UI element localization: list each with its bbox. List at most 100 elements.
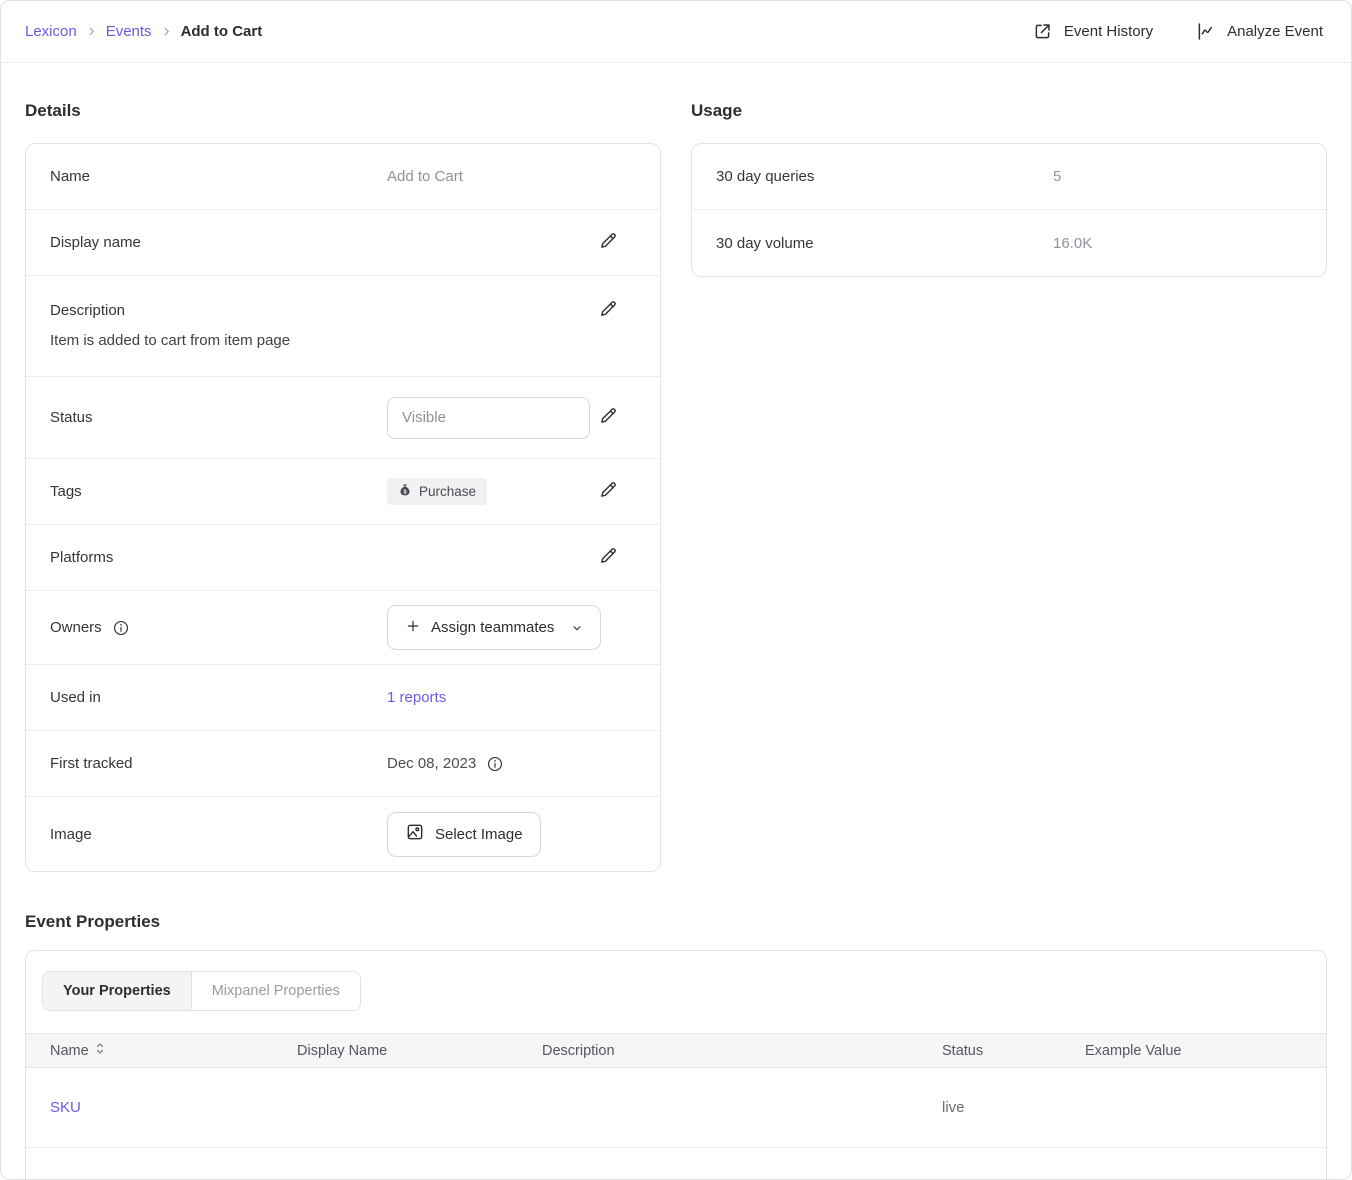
details-card: Name Add to Cart Display name (25, 143, 661, 872)
breadcrumb-lexicon[interactable]: Lexicon (25, 23, 77, 40)
assign-teammates-label: Assign teammates (431, 619, 554, 636)
breadcrumb: Lexicon Events Add to Cart (25, 23, 262, 40)
edit-description-button[interactable] (598, 299, 618, 322)
main-content: Details Name Add to Cart Display name (1, 63, 1351, 1180)
edit-platforms-button[interactable] (598, 546, 618, 569)
detail-row-display-name: Display name (26, 210, 660, 276)
edit-status-button[interactable] (598, 406, 618, 429)
owners-label: Owners (50, 619, 102, 636)
used-in-reports-link[interactable]: 1 reports (387, 689, 446, 706)
property-description (518, 1148, 918, 1180)
detail-row-first-tracked: First tracked Dec 08, 2023 (26, 731, 660, 797)
name-label: Name (50, 168, 387, 185)
tag-chip-purchase[interactable]: $ Purchase (387, 478, 487, 505)
table-header-row: Name Display Name Description (26, 1034, 1326, 1068)
usage-card: 30 day queries 5 30 day volume 16.0K (691, 143, 1327, 277)
property-display-name (273, 1068, 518, 1148)
sort-icon (95, 1042, 105, 1059)
property-example-value (1061, 1068, 1326, 1148)
edit-display-name-button[interactable] (598, 231, 618, 254)
tab-mixpanel-properties[interactable]: Mixpanel Properties (192, 972, 360, 1010)
usage-section: Usage 30 day queries 5 30 day volume 16.… (691, 63, 1327, 277)
detail-row-image: Image Select Image (26, 797, 660, 871)
pencil-icon (598, 406, 618, 429)
external-link-icon (1032, 21, 1053, 42)
queries-value: 5 (1053, 168, 1284, 185)
first-tracked-label: First tracked (50, 755, 387, 772)
breadcrumb-current: Add to Cart (181, 23, 263, 40)
property-display-name (273, 1148, 518, 1180)
event-history-label: Event History (1064, 23, 1153, 40)
details-section: Details Name Add to Cart Display name (25, 63, 661, 872)
analyze-event-button[interactable]: Analyze Event (1195, 21, 1323, 42)
properties-tabs: Your Properties Mixpanel Properties (42, 971, 361, 1011)
tab-your-properties[interactable]: Your Properties (43, 972, 192, 1010)
property-description (518, 1068, 918, 1148)
column-header-description: Description (518, 1034, 918, 1068)
analyze-event-label: Analyze Event (1227, 23, 1323, 40)
assign-teammates-button[interactable]: Assign teammates (387, 605, 601, 650)
pencil-icon (598, 480, 618, 503)
line-chart-icon (1195, 21, 1216, 42)
property-example-value (1061, 1148, 1326, 1180)
chevron-right-icon (86, 26, 97, 37)
status-label: Status (50, 409, 387, 426)
chevron-down-icon (571, 622, 583, 634)
event-history-button[interactable]: Event History (1032, 21, 1153, 42)
detail-row-status: Status (26, 377, 660, 459)
chevron-right-icon (161, 26, 172, 37)
name-value: Add to Cart (387, 168, 618, 185)
tag-label: Purchase (419, 484, 476, 499)
property-status: live (918, 1148, 1061, 1180)
table-row: Scroll % live (26, 1148, 1326, 1180)
breadcrumb-events[interactable]: Events (106, 23, 152, 40)
display-name-label: Display name (50, 234, 387, 251)
name-column-label: Name (50, 1043, 89, 1059)
select-image-label: Select Image (435, 826, 523, 843)
column-header-status: Status (918, 1034, 1061, 1068)
used-in-label: Used in (50, 689, 387, 706)
money-bag-icon: $ (398, 483, 412, 500)
volume-value: 16.0K (1053, 235, 1284, 252)
first-tracked-info-icon[interactable] (486, 755, 504, 773)
owners-info-icon[interactable] (112, 619, 130, 637)
detail-row-owners: Owners (26, 591, 660, 665)
property-status: live (918, 1068, 1061, 1148)
pencil-icon (598, 231, 618, 254)
column-header-example-value: Example Value (1061, 1034, 1326, 1068)
detail-row-name: Name Add to Cart (26, 144, 660, 210)
lexicon-event-detail-page: Lexicon Events Add to Cart Event Hist (0, 0, 1352, 1180)
first-tracked-value: Dec 08, 2023 (387, 755, 476, 772)
image-label: Image (50, 826, 387, 843)
properties-table: Name Display Name Description (26, 1033, 1326, 1180)
column-header-display-name: Display Name (273, 1034, 518, 1068)
tags-label: Tags (50, 483, 387, 500)
description-value: Item is added to cart from item page (50, 331, 618, 351)
property-link-sku[interactable]: SKU (50, 1099, 81, 1116)
column-header-name[interactable]: Name (26, 1034, 273, 1068)
usage-title: Usage (691, 101, 1327, 121)
image-icon (405, 822, 425, 846)
detail-row-used-in: Used in 1 reports (26, 665, 660, 731)
svg-text:$: $ (403, 489, 406, 495)
topbar: Lexicon Events Add to Cart Event Hist (1, 1, 1351, 63)
pencil-icon (598, 546, 618, 569)
usage-row-queries: 30 day queries 5 (692, 144, 1326, 210)
table-row: SKU live (26, 1068, 1326, 1148)
event-properties-section: Event Properties Your Properties Mixpane… (25, 912, 1327, 1180)
description-label: Description (50, 302, 387, 319)
detail-row-tags: Tags $ Purchase (26, 459, 660, 525)
edit-tags-button[interactable] (598, 480, 618, 503)
usage-row-volume: 30 day volume 16.0K (692, 210, 1326, 276)
select-image-button[interactable]: Select Image (387, 812, 541, 857)
platforms-label: Platforms (50, 549, 387, 566)
event-properties-card: Your Properties Mixpanel Properties Name (25, 950, 1327, 1180)
event-properties-title: Event Properties (25, 912, 1327, 932)
plus-icon (405, 618, 421, 638)
details-title: Details (25, 101, 661, 121)
volume-label: 30 day volume (716, 235, 1053, 252)
detail-row-platforms: Platforms (26, 525, 660, 591)
pencil-icon (598, 299, 618, 322)
queries-label: 30 day queries (716, 168, 1053, 185)
status-input[interactable] (387, 397, 590, 439)
